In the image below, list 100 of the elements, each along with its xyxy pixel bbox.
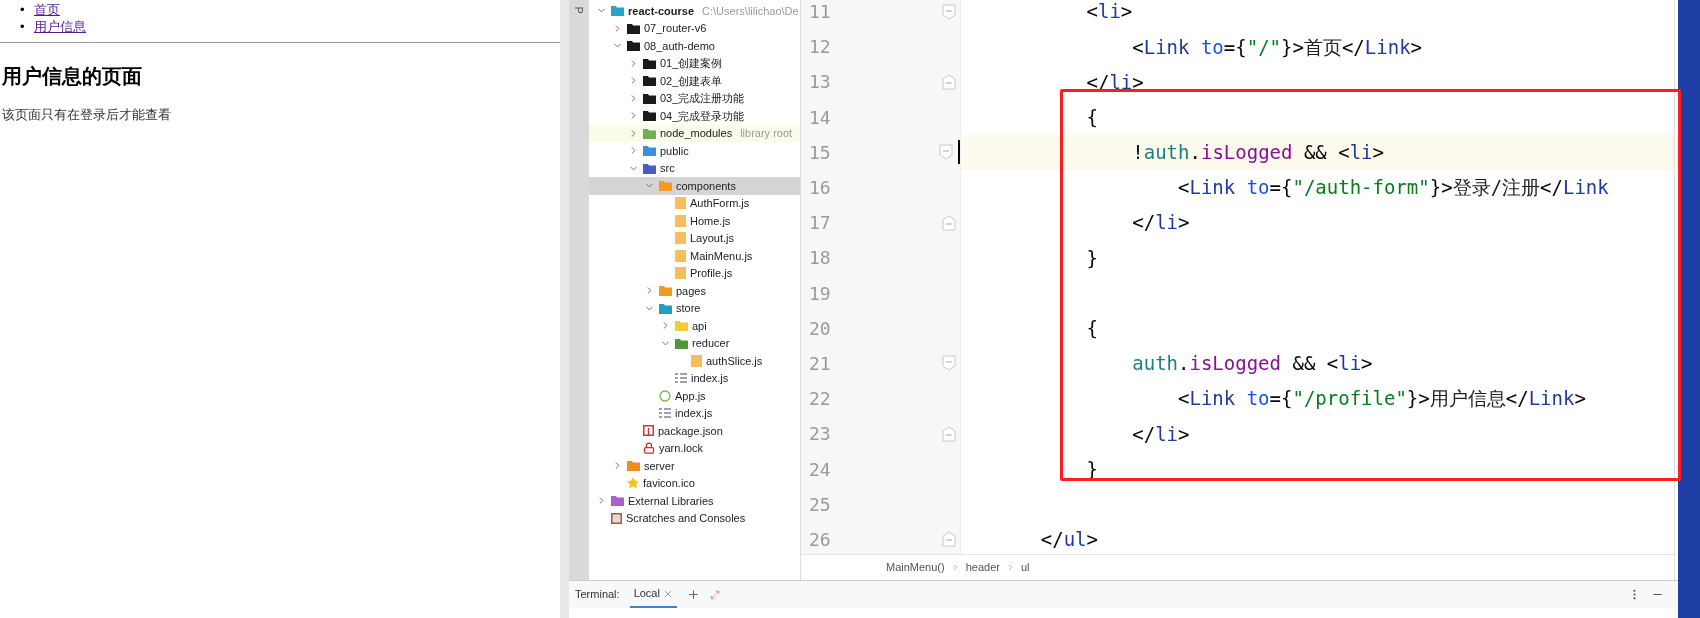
breadcrumb[interactable]: header (965, 559, 1000, 576)
line-number: 20 (808, 316, 832, 341)
tree-item[interactable]: MainMenu.js (589, 247, 800, 265)
tree-item-label: App.js (675, 388, 706, 404)
tree-item[interactable]: AuthForm.js (589, 194, 800, 212)
line-number: 25 (808, 492, 832, 517)
tree-item-label: react-course (628, 3, 695, 19)
text-cursor (958, 140, 960, 165)
fold-icon[interactable] (942, 73, 956, 90)
tree-item[interactable]: react-course C:\Users\lilichao\De (589, 2, 800, 20)
tree-item[interactable]: yarn.lock (589, 439, 800, 457)
tree-item[interactable]: index.js (589, 369, 800, 387)
tree-item[interactable]: pages (589, 282, 800, 300)
tree-item[interactable]: api (589, 317, 800, 335)
tree-item[interactable]: Layout.js (589, 229, 800, 247)
breadcrumb[interactable]: ul (1020, 559, 1030, 576)
tree-item[interactable]: reducer (589, 334, 800, 352)
tree-item-label: pages (676, 283, 706, 299)
folder-icon (643, 127, 656, 139)
expand-icon[interactable] (709, 589, 720, 600)
scrollbar[interactable] (560, 0, 569, 618)
tree-item-label: favicon.ico (643, 476, 695, 491)
tree-item-label: Scratches and Consoles (626, 511, 746, 526)
tree-item-label: authSlice.js (706, 353, 763, 369)
folder-icon (675, 337, 688, 349)
tree-item-label: store (676, 301, 701, 316)
close-icon[interactable] (662, 588, 673, 599)
code-line: { (1085, 104, 1098, 130)
tree-item[interactable]: 08_auth-demo (589, 37, 800, 55)
tree-item[interactable]: index.js (589, 404, 800, 422)
line-number: 18 (808, 246, 832, 271)
folder-icon (659, 285, 672, 297)
tree-item-hint: C:\Users\lilichao\De (702, 3, 799, 19)
tree-item[interactable]: Scratches and Consoles (589, 509, 800, 527)
fold-icon[interactable] (942, 214, 956, 231)
tree-item-label: node_modules (660, 126, 733, 141)
plus-icon[interactable] (686, 588, 700, 601)
fold-icon[interactable] (942, 425, 956, 442)
tree-item[interactable]: App.js (589, 387, 800, 405)
lock-icon (643, 442, 655, 455)
tree-item[interactable]: Home.js (589, 212, 800, 230)
tree-item-label: 04_完成登录功能 (660, 108, 745, 124)
tree-item[interactable]: package.json (589, 422, 800, 440)
folder-icon (659, 302, 672, 314)
folder-icon (643, 145, 656, 157)
tree-item-label: index.js (691, 371, 729, 386)
tree-item[interactable]: authSlice.js (589, 352, 800, 370)
bullet: • (20, 18, 26, 35)
tree-item[interactable]: components (589, 177, 800, 195)
code-line: </li> (1131, 210, 1190, 236)
tree-item[interactable]: 03_完成注册功能 (589, 89, 800, 107)
line-number: 26 (808, 527, 832, 552)
folder-icon (611, 5, 624, 17)
line-number: 22 (808, 387, 832, 412)
tree-item[interactable]: node_modules library root (589, 124, 800, 142)
tree-item[interactable]: 07_router-v6 (589, 19, 800, 37)
tree-item-label: package.json (658, 423, 723, 439)
code-line: </ul> (1039, 527, 1098, 553)
folder-icon (627, 460, 640, 472)
line-number: 21 (808, 351, 832, 376)
tree-item-label: api (692, 318, 707, 334)
tree-item[interactable]: 04_完成登录功能 (589, 107, 800, 125)
tree-item[interactable]: server (589, 457, 800, 475)
code-line: } (1085, 245, 1098, 271)
fold-icon[interactable] (942, 355, 956, 372)
tree-item-label: 08_auth-demo (644, 38, 715, 54)
nav-link[interactable]: 首页 (34, 1, 60, 18)
folder-icon (659, 180, 672, 192)
fold-icon[interactable] (942, 531, 956, 548)
tree-item[interactable]: 02_创建表单 (589, 72, 800, 90)
tree-item-label: External Libraries (628, 493, 714, 509)
breadcrumb[interactable]: MainMenu() (886, 559, 945, 576)
tree-item-label: reducer (692, 336, 730, 351)
line-number: 11 (808, 0, 832, 25)
nav-link[interactable]: 用户信息 (34, 18, 86, 35)
tree-item-label: public (660, 143, 689, 159)
tree-item-label: yarn.lock (659, 441, 704, 456)
code-line: </li> (1131, 421, 1190, 447)
tree-item-label: AuthForm.js (690, 196, 750, 211)
fold-icon[interactable] (942, 3, 956, 20)
tree-item[interactable]: Profile.js (589, 264, 800, 282)
code-line: <Link to={"/auth-form"}>登录/注册</Link (1177, 175, 1609, 201)
tree-item-label: MainMenu.js (690, 248, 753, 264)
tree-item[interactable]: 01_创建案例 (589, 54, 800, 72)
code-line: { (1085, 316, 1098, 342)
tree-item[interactable]: store (589, 299, 800, 317)
tree-item[interactable]: public (589, 142, 800, 160)
fold-icon[interactable] (939, 144, 954, 161)
code-line: auth.isLogged && <li> (1131, 351, 1373, 377)
star-icon (627, 477, 639, 490)
tree-item[interactable]: favicon.ico (589, 474, 800, 492)
project-tab[interactable]: P (570, 6, 588, 14)
code-line: !auth.isLogged && <li> (1131, 140, 1384, 166)
js-file-icon (691, 354, 702, 367)
folder-icon (675, 320, 688, 332)
line-number: 24 (808, 457, 832, 482)
line-number: 17 (808, 211, 832, 236)
tree-item[interactable]: External Libraries (589, 492, 800, 510)
tree-item[interactable]: src (589, 159, 800, 177)
js-file-icon (675, 267, 686, 280)
